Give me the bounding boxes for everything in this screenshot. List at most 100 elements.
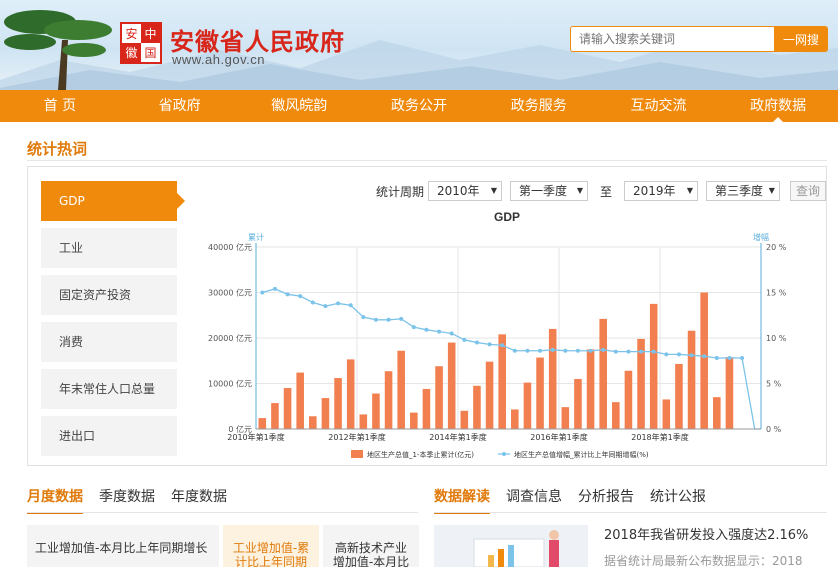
bar[interactable]: [511, 409, 519, 429]
growth-point[interactable]: [272, 286, 277, 291]
growth-point[interactable]: [411, 325, 416, 330]
bar[interactable]: [675, 363, 683, 429]
growth-point[interactable]: [474, 340, 479, 345]
tab-survey-info[interactable]: 调查信息: [506, 486, 562, 514]
nav-item-government-services[interactable]: 政务服务: [479, 90, 599, 122]
growth-point[interactable]: [373, 317, 378, 322]
bar[interactable]: [485, 361, 494, 429]
bar[interactable]: [548, 328, 557, 429]
growth-point[interactable]: [727, 356, 732, 361]
bar[interactable]: [612, 402, 620, 429]
growth-point[interactable]: [298, 294, 303, 299]
bar[interactable]: [687, 330, 696, 429]
bar[interactable]: [422, 388, 431, 429]
bar[interactable]: [624, 370, 633, 429]
bar[interactable]: [574, 378, 582, 429]
bar[interactable]: [599, 318, 607, 429]
tab-statistical-bulletin[interactable]: 统计公报: [650, 486, 706, 514]
bar[interactable]: [523, 382, 532, 429]
growth-point[interactable]: [714, 356, 719, 361]
bar[interactable]: [561, 407, 570, 429]
growth-point[interactable]: [310, 300, 315, 305]
bar[interactable]: [536, 357, 544, 429]
nav-item-government-data[interactable]: 政府数据: [718, 90, 838, 123]
bar[interactable]: [498, 334, 506, 429]
bar[interactable]: [372, 393, 380, 429]
bar[interactable]: [435, 366, 443, 429]
tab-analysis-report[interactable]: 分析报告: [578, 486, 634, 514]
nav-item-anhui-culture[interactable]: 徽风皖韵: [239, 90, 359, 122]
growth-point[interactable]: [626, 349, 631, 354]
growth-point[interactable]: [386, 317, 391, 322]
growth-point[interactable]: [613, 349, 618, 354]
growth-point[interactable]: [500, 343, 505, 348]
growth-point[interactable]: [399, 316, 404, 321]
growth-point[interactable]: [651, 349, 656, 354]
bar[interactable]: [397, 350, 405, 429]
bar[interactable]: [321, 398, 330, 429]
bar[interactable]: [473, 385, 481, 429]
growth-point[interactable]: [336, 301, 341, 306]
bar[interactable]: [725, 357, 734, 429]
tab-monthly-data[interactable]: 月度数据: [27, 486, 83, 514]
growth-point[interactable]: [323, 304, 328, 309]
growth-point[interactable]: [689, 353, 694, 358]
nav-item-home[interactable]: 首 页: [0, 90, 120, 122]
bar[interactable]: [586, 349, 595, 429]
bar[interactable]: [649, 303, 658, 429]
bar[interactable]: [410, 412, 418, 429]
indicator-card[interactable]: 工业增加值-本月比上年同期增长: [27, 525, 219, 567]
bar[interactable]: [460, 410, 469, 429]
growth-point[interactable]: [664, 352, 669, 357]
growth-point[interactable]: [575, 348, 580, 353]
tab-data-interpretation[interactable]: 数据解读: [434, 486, 490, 514]
bar[interactable]: [283, 388, 292, 429]
nav-item-government-affairs[interactable]: 政务公开: [359, 90, 479, 122]
nav-item-provincial-government[interactable]: 省政府: [120, 90, 240, 122]
growth-point[interactable]: [525, 348, 530, 353]
growth-point[interactable]: [601, 347, 606, 352]
news-thumbnail[interactable]: [434, 525, 588, 567]
bar[interactable]: [309, 416, 317, 429]
growth-point[interactable]: [260, 290, 265, 295]
news-title[interactable]: 2018年我省研发投入强度达2.16%: [604, 524, 808, 543]
growth-point[interactable]: [676, 352, 681, 357]
growth-point[interactable]: [285, 292, 290, 297]
growth-point[interactable]: [462, 337, 467, 342]
growth-point[interactable]: [487, 342, 492, 347]
tab-annual-data[interactable]: 年度数据: [171, 486, 227, 514]
growth-point[interactable]: [449, 331, 454, 336]
search-button[interactable]: 一网搜: [774, 26, 828, 52]
bar[interactable]: [662, 399, 671, 429]
growth-point[interactable]: [740, 356, 745, 361]
growth-point[interactable]: [550, 347, 555, 352]
growth-point[interactable]: [424, 327, 429, 332]
growth-point[interactable]: [512, 348, 517, 353]
y2-tick-label: 5 %: [766, 380, 782, 389]
growth-point[interactable]: [563, 348, 568, 353]
nav-item-interaction[interactable]: 互动交流: [599, 90, 719, 122]
growth-point[interactable]: [702, 354, 707, 359]
growth-point[interactable]: [538, 348, 543, 353]
growth-point[interactable]: [348, 303, 353, 308]
indicator-card[interactable]: 高新技术产业增加值-本月比: [323, 525, 419, 567]
bar[interactable]: [447, 342, 456, 429]
bar[interactable]: [700, 292, 708, 430]
government-seal-logo[interactable]: 安 中 徽 国: [120, 22, 162, 64]
bar[interactable]: [334, 378, 342, 429]
growth-point[interactable]: [437, 329, 442, 334]
bar[interactable]: [296, 372, 304, 429]
indicator-card-active[interactable]: 工业增加值-累计比上年同期: [223, 525, 319, 567]
growth-point[interactable]: [361, 315, 366, 320]
bar[interactable]: [271, 403, 279, 429]
bar[interactable]: [384, 371, 393, 429]
growth-point[interactable]: [639, 349, 644, 354]
bar[interactable]: [713, 397, 721, 429]
growth-point[interactable]: [588, 348, 593, 353]
main-nav: 首 页 省政府 徽风皖韵 政务公开 政务服务 互动交流 政府数据: [0, 90, 838, 123]
bar[interactable]: [346, 359, 355, 429]
search-input[interactable]: [570, 26, 774, 52]
bar[interactable]: [359, 414, 368, 429]
bar[interactable]: [258, 418, 267, 429]
tab-quarterly-data[interactable]: 季度数据: [99, 486, 155, 514]
